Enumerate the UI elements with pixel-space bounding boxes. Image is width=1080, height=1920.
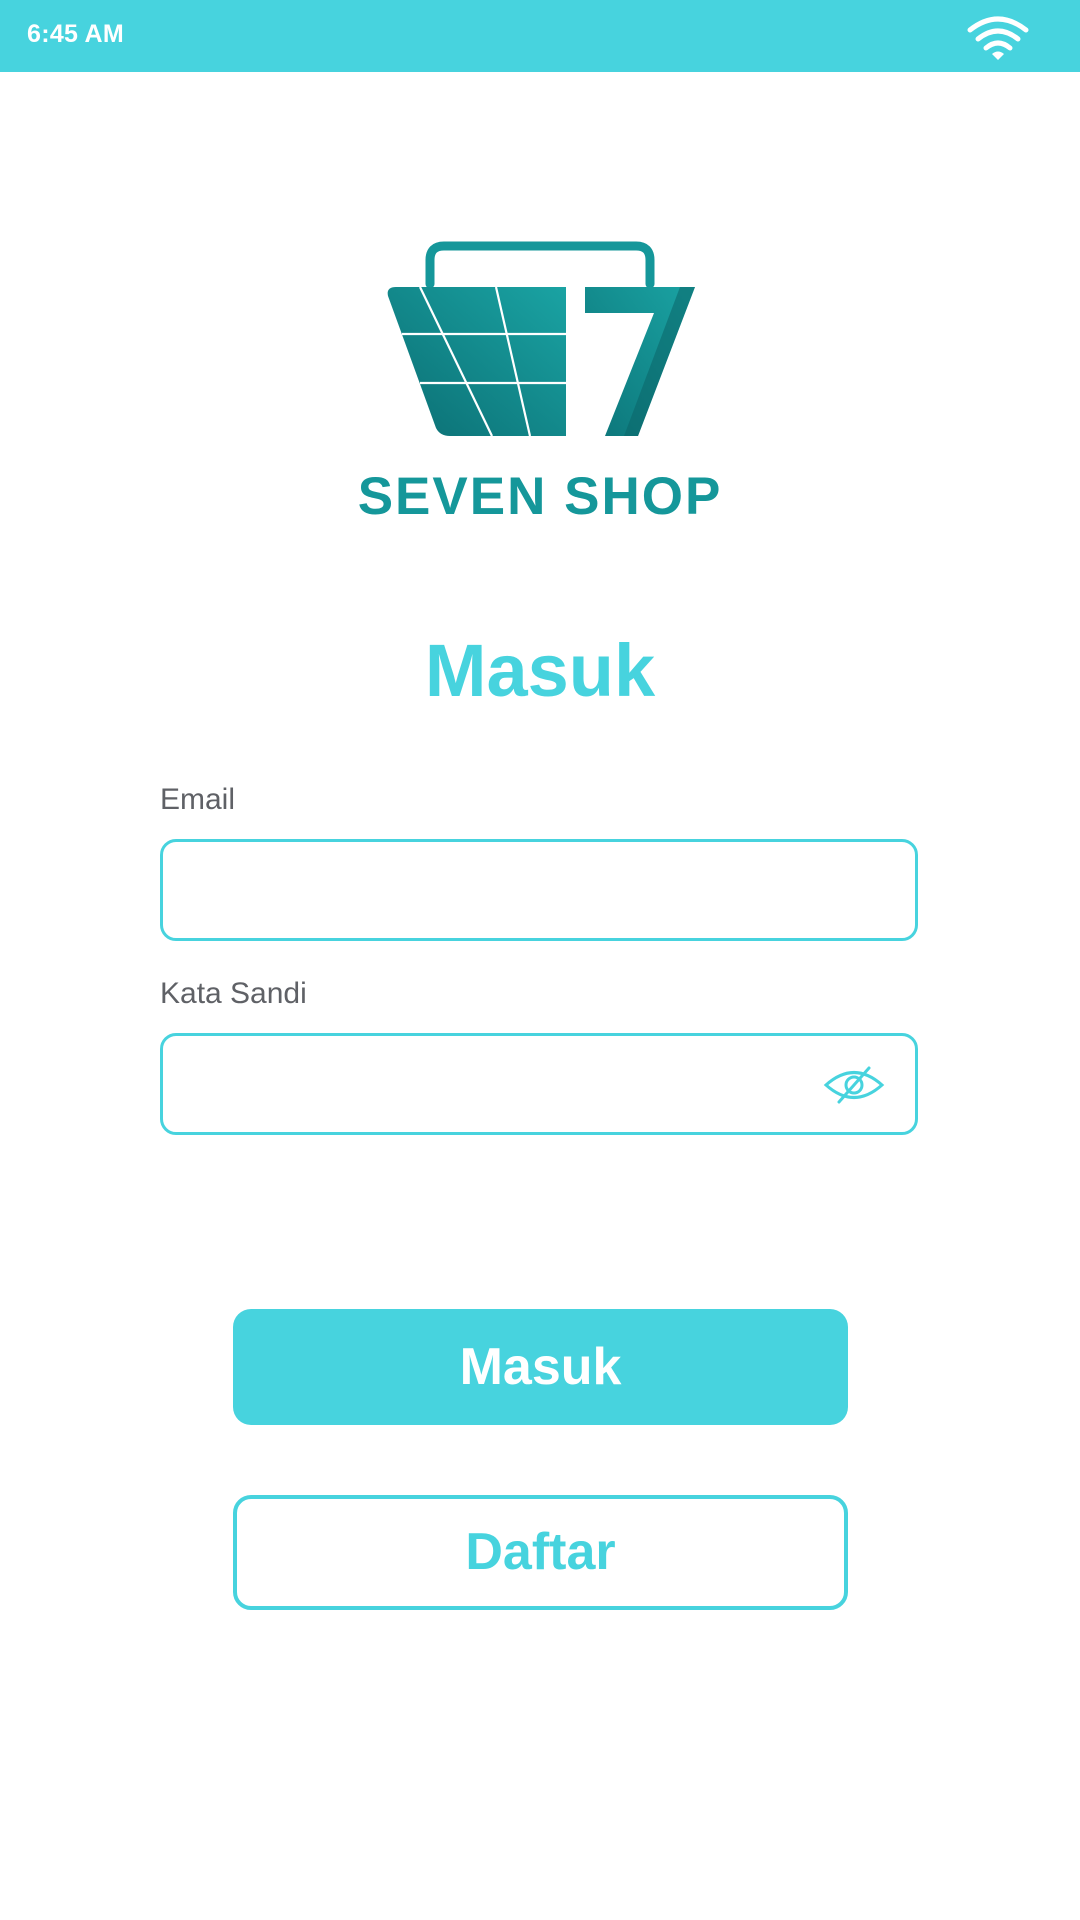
- status-time: 6:45 AM: [27, 20, 125, 48]
- email-label: Email: [160, 783, 236, 816]
- register-button[interactable]: Daftar: [233, 1495, 848, 1610]
- brand-name: SEVEN SHOP: [357, 467, 723, 526]
- wifi-icon: [967, 16, 1029, 60]
- shopping-basket-seven-icon: [387, 241, 695, 437]
- email-field[interactable]: [183, 860, 847, 922]
- status-bar: 6:45 AM: [0, 0, 1080, 72]
- login-screen: 6:45 AM SEVEN SHOP Masuk Email Kata Sand…: [0, 0, 1080, 1920]
- page-title: Masuk: [424, 629, 656, 712]
- email-field-box: [160, 839, 918, 941]
- password-label: Kata Sandi: [160, 977, 307, 1010]
- password-field[interactable]: [183, 1054, 787, 1116]
- password-field-box: [160, 1033, 918, 1135]
- login-button[interactable]: Masuk: [233, 1309, 848, 1425]
- eye-slash-icon[interactable]: [823, 1064, 885, 1106]
